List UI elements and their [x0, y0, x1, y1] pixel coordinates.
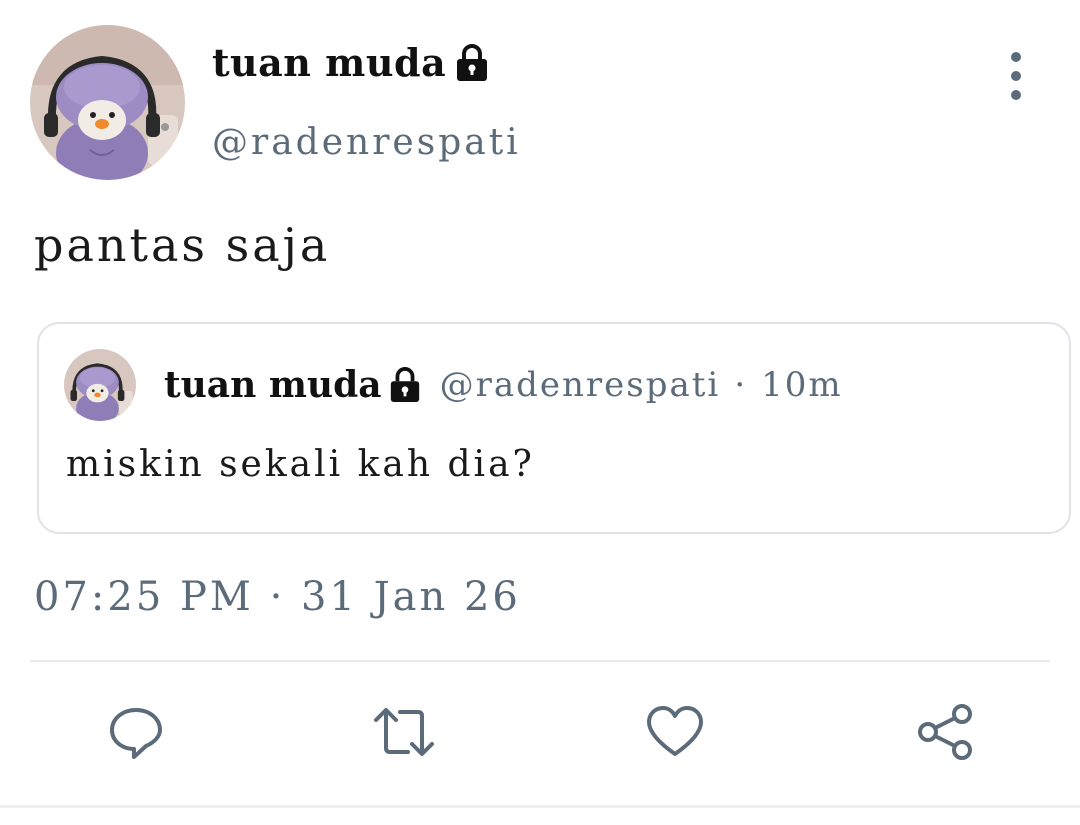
- quoted-author-display-name: tuan muda: [164, 364, 382, 406]
- quoted-author-handle: @radenrespati: [439, 365, 721, 405]
- quoted-tweet-card[interactable]: tuan muda @radenrespati · 10m miskin sek…: [37, 322, 1071, 534]
- bottom-divider: [0, 805, 1080, 808]
- quoted-author-avatar: [64, 349, 136, 421]
- author-handle[interactable]: @radenrespati: [212, 122, 521, 163]
- retweet-button[interactable]: [372, 700, 436, 764]
- separator-dot: ·: [734, 365, 748, 405]
- more-dot-icon: [1011, 71, 1021, 81]
- purple-hooded-duck-avatar-icon: [64, 349, 136, 421]
- divider: [30, 660, 1050, 662]
- purple-hooded-duck-avatar-icon: [30, 25, 185, 180]
- author-avatar[interactable]: [30, 25, 185, 180]
- more-dot-icon: [1011, 90, 1021, 100]
- author-name-row[interactable]: tuan muda: [212, 40, 490, 85]
- share-icon: [918, 704, 972, 760]
- lock-icon: [454, 43, 490, 83]
- share-button[interactable]: [914, 700, 978, 764]
- heart-icon: [647, 706, 703, 756]
- reply-icon: [110, 708, 162, 759]
- quoted-relative-time: 10m: [761, 365, 843, 405]
- more-options-button[interactable]: [996, 52, 1036, 100]
- reply-button[interactable]: [104, 700, 168, 764]
- quoted-tweet-text: miskin sekali kah dia?: [66, 444, 535, 485]
- retweet-icon: [374, 708, 434, 756]
- more-dot-icon: [1011, 52, 1021, 62]
- like-button[interactable]: [643, 700, 707, 764]
- lock-icon: [388, 366, 422, 404]
- author-display-name[interactable]: tuan muda: [212, 40, 446, 85]
- tweet-text: pantas saja: [34, 218, 331, 272]
- tweet-timestamp[interactable]: 07:25 PM · 31 Jan 26: [34, 574, 521, 620]
- quoted-tweet-header: tuan muda @radenrespati · 10m: [164, 364, 843, 406]
